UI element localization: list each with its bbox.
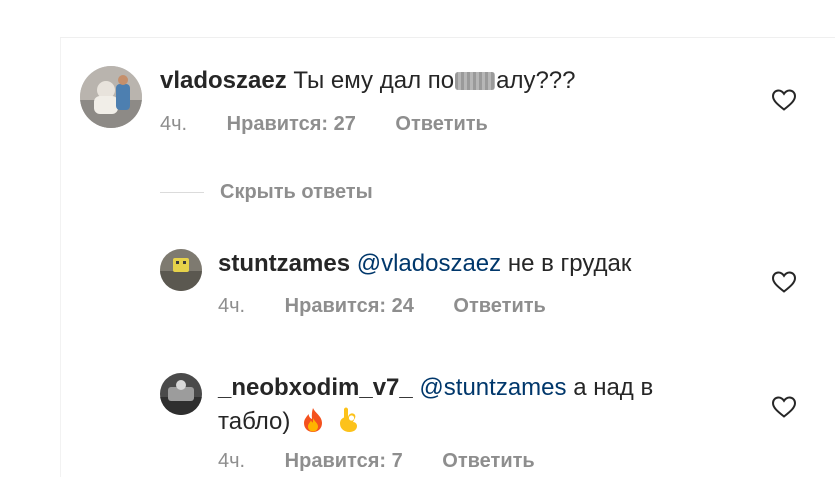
comment-text: stuntzames @vladoszaez не в грудак	[218, 249, 631, 279]
heart-icon[interactable]	[771, 395, 797, 419]
avatar[interactable]	[160, 373, 202, 415]
comment-meta: 4ч. Нравится: 27 Ответить	[160, 112, 522, 136]
divider	[60, 38, 61, 477]
comment-time[interactable]: 4ч.	[218, 295, 245, 317]
heart-icon[interactable]	[771, 88, 797, 112]
comment-body-end: алу???	[496, 67, 576, 94]
avatar-image	[80, 66, 142, 128]
comment-text-line2: табло)	[218, 405, 362, 437]
reply-button[interactable]: Ответить	[395, 113, 487, 135]
comment-text: vladoszaez Ты ему дал по алу???	[160, 66, 576, 96]
ok-hand-emoji	[339, 407, 357, 432]
censor-blur	[455, 72, 496, 90]
mention-link[interactable]: @vladoszaez	[357, 250, 501, 277]
avatar[interactable]	[80, 66, 142, 128]
comment-username[interactable]: vladoszaez	[160, 67, 287, 94]
avatar-image	[160, 373, 202, 415]
reply-button[interactable]: Ответить	[453, 295, 545, 317]
comment-likes[interactable]: Нравится: 27	[227, 113, 356, 135]
hide-replies-button[interactable]: Скрыть ответы	[160, 180, 373, 204]
heart-icon[interactable]	[771, 270, 797, 294]
comment-username[interactable]: stuntzames	[218, 250, 350, 277]
comment-likes[interactable]: Нравится: 7	[285, 450, 403, 472]
comment-body: не в грудак	[507, 250, 632, 277]
comment-time[interactable]: 4ч.	[218, 450, 245, 472]
fire-emoji	[304, 408, 323, 432]
comment-likes[interactable]: Нравится: 24	[285, 295, 414, 317]
avatar-image	[160, 249, 202, 291]
comment-body: Ты ему дал по	[293, 67, 455, 94]
comment-meta: 4ч. Нравится: 24 Ответить	[218, 294, 580, 318]
avatar[interactable]	[160, 249, 202, 291]
reply-button[interactable]: Ответить	[442, 450, 534, 472]
divider	[60, 37, 835, 38]
comment-username[interactable]: _neobxodim_v7_	[218, 374, 413, 401]
comment-time[interactable]: 4ч.	[160, 113, 187, 135]
mention-link[interactable]: @stuntzames	[419, 374, 566, 401]
comment-body: а над в	[573, 374, 654, 401]
comment-meta: 4ч. Нравится: 7 Ответить	[218, 449, 569, 473]
comment-text: _neobxodim_v7_ @stuntzames а над в	[218, 373, 653, 403]
divider	[160, 192, 204, 194]
hide-replies-label: Скрыть ответы	[220, 181, 373, 203]
comment-body: табло)	[218, 408, 291, 435]
